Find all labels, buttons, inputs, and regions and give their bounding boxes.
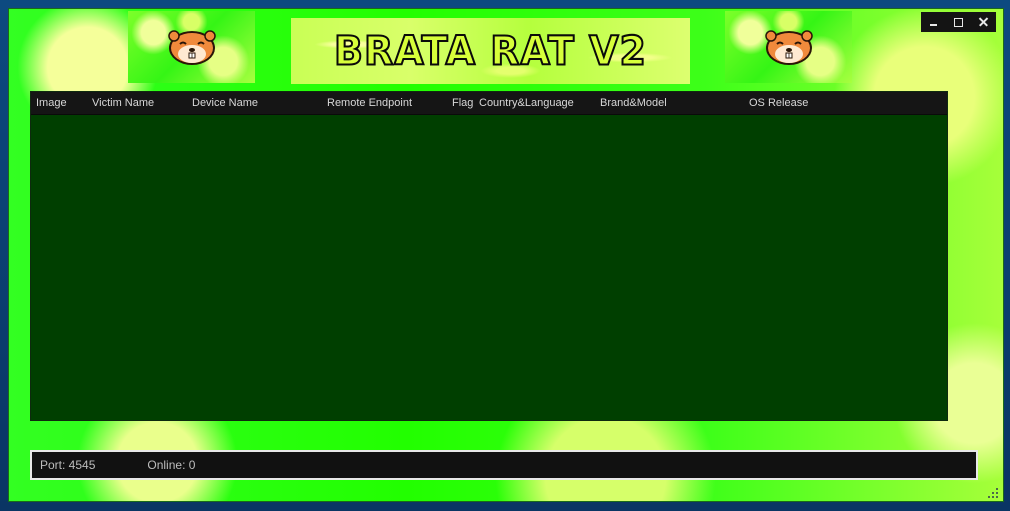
- close-button[interactable]: [975, 14, 993, 30]
- victims-table[interactable]: Image Victim Name Device Name Remote End…: [30, 91, 948, 421]
- title-banner: BRATA RAT V2: [291, 18, 690, 84]
- maximize-icon: [954, 17, 963, 27]
- column-header-victim-name[interactable]: Victim Name: [92, 92, 154, 114]
- hamster-icon: [167, 30, 216, 65]
- app-title: BRATA RAT V2: [333, 27, 647, 75]
- online-status: Online: 0: [147, 458, 196, 472]
- minimize-icon: [930, 24, 937, 26]
- column-header-country-language[interactable]: Country&Language: [479, 92, 574, 114]
- app-window: BRATA RAT V2 Image Victim Name Device Na…: [8, 8, 1004, 502]
- table-header: Image Victim Name Device Name Remote End…: [31, 92, 947, 115]
- resize-grip-icon[interactable]: [988, 488, 998, 498]
- column-header-image[interactable]: Image: [36, 92, 67, 114]
- column-header-device-name[interactable]: Device Name: [192, 92, 258, 114]
- port-status: Port: 4545: [40, 458, 96, 472]
- maximize-button[interactable]: [950, 14, 968, 30]
- column-header-remote-endpoint[interactable]: Remote Endpoint: [327, 92, 412, 114]
- column-header-os-release[interactable]: OS Release: [749, 92, 808, 114]
- banner-right: [725, 11, 852, 83]
- window-controls: [921, 12, 996, 32]
- hamster-icon: [764, 30, 813, 65]
- banner-left: [128, 11, 255, 83]
- column-header-flag[interactable]: Flag: [452, 92, 473, 114]
- status-bar: Port: 4545 Online: 0: [30, 450, 978, 480]
- minimize-button[interactable]: [925, 14, 943, 30]
- column-header-brand-model[interactable]: Brand&Model: [600, 92, 667, 114]
